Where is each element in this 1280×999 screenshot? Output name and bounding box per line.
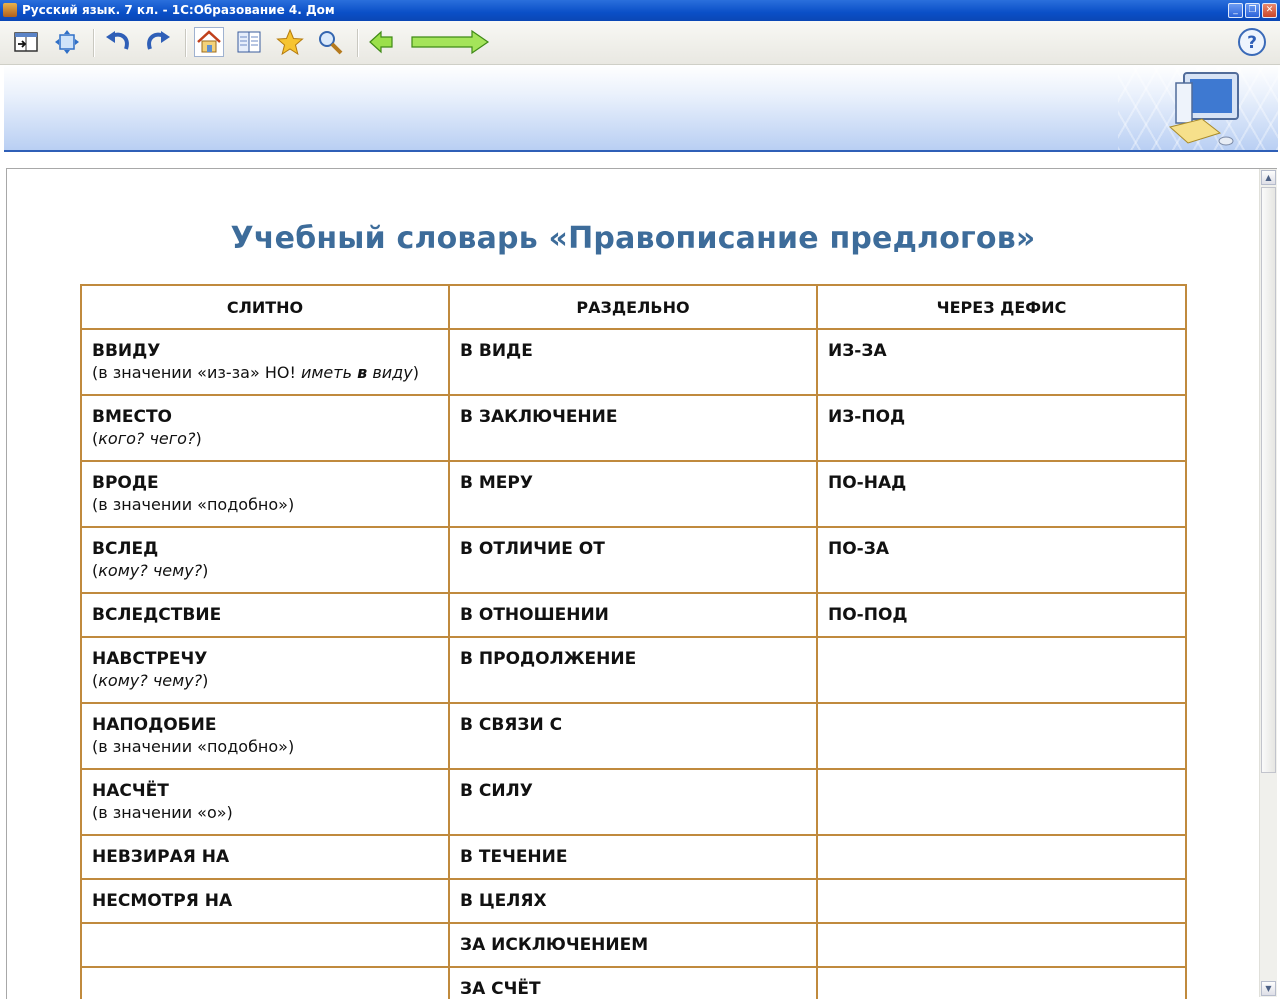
cell-hyphenated bbox=[816, 768, 1187, 836]
usage-note: (в значении «из-за» НО! иметь в виду) bbox=[92, 363, 419, 382]
usage-note: (кому? чему?) bbox=[92, 671, 209, 690]
cell-together: НАСЧЁТ (в значении «о») bbox=[80, 768, 450, 836]
minimize-button[interactable]: _ bbox=[1228, 3, 1243, 18]
fit-window-icon[interactable] bbox=[52, 27, 82, 57]
cell-hyphenated bbox=[816, 922, 1187, 968]
usage-note: (кому? чему?) bbox=[92, 561, 209, 580]
table-row: ВРОДЕ (в значении «подобно») В МЕРУ ПО-Н… bbox=[80, 460, 1187, 528]
cell-separately: В СВЯЗИ С bbox=[448, 702, 818, 770]
exit-icon[interactable] bbox=[11, 27, 41, 57]
cell-hyphenated: ИЗ-ЗА bbox=[816, 328, 1187, 396]
toolbar-separator bbox=[93, 29, 95, 57]
cell-hyphenated: ИЗ-ПОД bbox=[816, 394, 1187, 462]
table-row: ЗА ИСКЛЮЧЕНИЕМ bbox=[80, 922, 1187, 968]
cell-separately: В ОТЛИЧИЕ ОТ bbox=[448, 526, 818, 594]
table-header-row: СЛИТНО РАЗДЕЛЬНО ЧЕРЕЗ ДЕФИС bbox=[80, 284, 1187, 330]
toolbar-separator bbox=[185, 29, 187, 57]
cell-separately: В ЗАКЛЮЧЕНИЕ bbox=[448, 394, 818, 462]
table-row: НЕСМОТРЯ НА В ЦЕЛЯХ bbox=[80, 878, 1187, 924]
cell-hyphenated: ПО-НАД bbox=[816, 460, 1187, 528]
word: НАСЧЁТ bbox=[92, 781, 169, 801]
forward-arrow-icon[interactable] bbox=[410, 27, 490, 57]
column-header-hyphenated: ЧЕРЕЗ ДЕФИС bbox=[816, 284, 1187, 330]
header-banner bbox=[4, 65, 1278, 152]
word: НАПОДОБИЕ bbox=[92, 715, 217, 735]
cell-separately: В ПРОДОЛЖЕНИЕ bbox=[448, 636, 818, 704]
word: ВВИДУ bbox=[92, 341, 161, 361]
book-icon[interactable] bbox=[234, 27, 264, 57]
cell-separately: В СИЛУ bbox=[448, 768, 818, 836]
scroll-down-button[interactable]: ▼ bbox=[1261, 981, 1276, 996]
cell-separately: В ЦЕЛЯХ bbox=[448, 878, 818, 924]
restore-button[interactable]: ❐ bbox=[1245, 3, 1260, 18]
cell-separately: В ВИДЕ bbox=[448, 328, 818, 396]
usage-note: (в значении «подобно») bbox=[92, 737, 295, 756]
cell-separately: ЗА ИСКЛЮЧЕНИЕМ bbox=[448, 922, 818, 968]
page-title: Учебный словарь «Правописание предлогов» bbox=[230, 221, 1036, 256]
redo-icon[interactable] bbox=[143, 27, 173, 57]
toolbar: ? bbox=[0, 21, 1280, 65]
help-label: ? bbox=[1247, 33, 1257, 53]
table-row: ВВИДУ (в значении «из-за» НО! иметь в ви… bbox=[80, 328, 1187, 396]
cell-hyphenated bbox=[816, 966, 1187, 999]
table-row: ВСЛЕДСТВИЕ В ОТНОШЕНИИ ПО-ПОД bbox=[80, 592, 1187, 638]
cell-together bbox=[80, 966, 450, 999]
cell-together: ВСЛЕД (кому? чему?) bbox=[80, 526, 450, 594]
word: ВСЛЕД bbox=[92, 539, 159, 559]
cell-hyphenated bbox=[816, 878, 1187, 924]
cell-separately: В ОТНОШЕНИИ bbox=[448, 592, 818, 638]
window-title: Русский язык. 7 кл. - 1С:Образование 4. … bbox=[22, 3, 335, 17]
undo-icon[interactable] bbox=[103, 27, 133, 57]
cell-together: ВСЛЕДСТВИЕ bbox=[80, 592, 450, 638]
spelling-dictionary-table: СЛИТНО РАЗДЕЛЬНО ЧЕРЕЗ ДЕФИС ВВИДУ (в зн… bbox=[80, 284, 1187, 999]
word: ВРОДЕ bbox=[92, 473, 159, 493]
favorites-star-icon[interactable] bbox=[275, 27, 305, 57]
table-row: ЗА СЧЁТ bbox=[80, 966, 1187, 999]
content-frame: Учебный словарь «Правописание предлогов»… bbox=[6, 168, 1277, 999]
computer-logo-icon bbox=[1140, 69, 1250, 150]
cell-together: НЕСМОТРЯ НА bbox=[80, 878, 450, 924]
cell-hyphenated bbox=[816, 702, 1187, 770]
cell-together: ВВИДУ (в значении «из-за» НО! иметь в ви… bbox=[80, 328, 450, 396]
word: НАВСТРЕЧУ bbox=[92, 649, 208, 669]
cell-hyphenated: ПО-ЗА bbox=[816, 526, 1187, 594]
vertical-scrollbar[interactable]: ▲ ▼ bbox=[1259, 169, 1277, 997]
search-magnifier-icon[interactable] bbox=[315, 27, 345, 57]
cell-together: ВМЕСТО (кого? чего?) bbox=[80, 394, 450, 462]
word: ВМЕСТО bbox=[92, 407, 173, 427]
table-row: НЕВЗИРАЯ НА В ТЕЧЕНИЕ bbox=[80, 834, 1187, 880]
cell-separately: ЗА СЧЁТ bbox=[448, 966, 818, 999]
cell-together: ВРОДЕ (в значении «подобно») bbox=[80, 460, 450, 528]
usage-note: (в значении «о») bbox=[92, 803, 233, 822]
cell-together bbox=[80, 922, 450, 968]
table-row: НАСЧЁТ (в значении «о») В СИЛУ bbox=[80, 768, 1187, 836]
cell-hyphenated bbox=[816, 636, 1187, 704]
cell-separately: В ТЕЧЕНИЕ bbox=[448, 834, 818, 880]
table-row: ВСЛЕД (кому? чему?) В ОТЛИЧИЕ ОТ ПО-ЗА bbox=[80, 526, 1187, 594]
table-row: НАВСТРЕЧУ (кому? чему?) В ПРОДОЛЖЕНИЕ bbox=[80, 636, 1187, 704]
usage-note: (кого? чего?) bbox=[92, 429, 202, 448]
close-button[interactable]: ✕ bbox=[1262, 3, 1277, 18]
table-row: НАПОДОБИЕ (в значении «подобно») В СВЯЗИ… bbox=[80, 702, 1187, 770]
back-arrow-icon[interactable] bbox=[366, 27, 396, 57]
cell-hyphenated bbox=[816, 834, 1187, 880]
usage-note: (в значении «подобно») bbox=[92, 495, 295, 514]
cell-together: НЕВЗИРАЯ НА bbox=[80, 834, 450, 880]
cell-together: НАПОДОБИЕ (в значении «подобно») bbox=[80, 702, 450, 770]
home-icon[interactable] bbox=[194, 27, 224, 57]
column-header-separately: РАЗДЕЛЬНО bbox=[448, 284, 818, 330]
cell-hyphenated: ПО-ПОД bbox=[816, 592, 1187, 638]
scroll-up-button[interactable]: ▲ bbox=[1261, 170, 1276, 185]
help-icon[interactable]: ? bbox=[1237, 27, 1267, 57]
toolbar-separator bbox=[357, 29, 359, 57]
column-header-together: СЛИТНО bbox=[80, 284, 450, 330]
window-title-bar: Русский язык. 7 кл. - 1С:Образование 4. … bbox=[0, 0, 1280, 21]
cell-separately: В МЕРУ bbox=[448, 460, 818, 528]
app-icon bbox=[3, 3, 17, 17]
table-row: ВМЕСТО (кого? чего?) В ЗАКЛЮЧЕНИЕ ИЗ-ПОД bbox=[80, 394, 1187, 462]
scroll-thumb[interactable] bbox=[1261, 187, 1276, 773]
cell-together: НАВСТРЕЧУ (кому? чему?) bbox=[80, 636, 450, 704]
